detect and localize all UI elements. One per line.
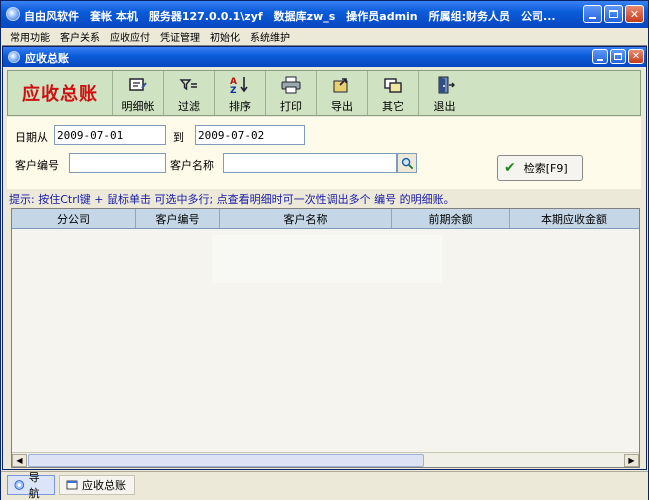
minimize-icon xyxy=(597,58,603,61)
filter-icon xyxy=(178,75,200,95)
menu-receivable-payable[interactable]: 应收应付 xyxy=(105,29,155,44)
table-header: 分公司 客户编号 客户名称 前期余额 本期应收金额 xyxy=(12,209,639,229)
search-f9-button[interactable]: ✔ 检索[F9] xyxy=(497,155,583,181)
menu-bar: 常用功能 客户关系 应收应付 凭证管理 初始化 系统维护 xyxy=(1,28,648,44)
close-icon: ✕ xyxy=(631,50,641,62)
customer-name-input[interactable] xyxy=(223,153,397,173)
column-header-customer-code[interactable]: 客户编号 xyxy=(136,209,220,228)
detail-button[interactable]: 明细帐 xyxy=(113,71,164,115)
mdi-taskbar: 导航 应收总账 xyxy=(1,471,648,500)
customer-code-input[interactable] xyxy=(69,153,166,173)
print-icon xyxy=(280,75,302,95)
inner-minimize-button[interactable] xyxy=(592,49,608,64)
inner-window-title: 应收总账 xyxy=(25,52,69,65)
date-from-input[interactable] xyxy=(54,125,166,145)
hint-text: 提示: 按住Ctrl键 + 鼠标单击 可选中多行; 点查看明细时可一次性调出多个… xyxy=(9,193,455,206)
scrollbar-thumb[interactable] xyxy=(28,454,424,467)
column-header-branch[interactable]: 分公司 xyxy=(12,209,136,228)
svg-text:Z: Z xyxy=(230,86,237,95)
app-icon xyxy=(6,7,20,21)
minimize-button[interactable] xyxy=(583,5,602,23)
toolbar-brand: 应收总账 xyxy=(8,71,113,115)
close-button[interactable]: ✕ xyxy=(625,5,644,23)
scroll-right-icon[interactable]: ▶ xyxy=(624,454,639,467)
main-window-title: 自由风软件 套帐 本机 服务器127.0.0.1\zyf 数据库zw_s 操作员… xyxy=(24,10,556,23)
ledger-table[interactable]: 分公司 客户编号 客户名称 前期余额 本期应收金额 ◀ ▶ xyxy=(11,208,640,468)
filter-button[interactable]: 过滤 xyxy=(164,71,215,115)
column-header-customer-name[interactable]: 客户名称 xyxy=(220,209,392,228)
menu-customer-relations[interactable]: 客户关系 xyxy=(55,29,105,44)
column-header-current-receivable[interactable]: 本期应收金额 xyxy=(510,209,638,228)
search-icon xyxy=(401,157,413,169)
exit-icon xyxy=(434,75,456,95)
export-button[interactable]: 导出 xyxy=(317,71,368,115)
maximize-button[interactable] xyxy=(604,5,623,23)
table-body xyxy=(212,235,442,283)
scroll-left-icon[interactable]: ◀ xyxy=(12,454,27,467)
menu-common-functions[interactable]: 常用功能 xyxy=(5,29,55,44)
exit-button[interactable]: 退出 xyxy=(419,71,470,115)
customer-lookup-button[interactable] xyxy=(397,153,417,173)
horizontal-scrollbar[interactable]: ◀ ▶ xyxy=(12,452,639,467)
close-icon: ✕ xyxy=(629,7,640,21)
filter-panel: 日期从 到 客户编号 客户名称 ✔ 检索[F9] xyxy=(7,117,641,189)
detail-icon xyxy=(127,75,149,95)
minimize-icon xyxy=(589,16,596,19)
customer-name-label: 客户名称 xyxy=(170,159,214,172)
inner-title-bar[interactable]: 应收总账 ✕ xyxy=(3,47,646,67)
print-button[interactable]: 打印 xyxy=(266,71,317,115)
checkmark-icon: ✔ xyxy=(504,160,516,176)
export-icon xyxy=(331,75,353,95)
other-button[interactable]: 其它 xyxy=(368,71,419,115)
receivable-ledger-window: 应收总账 ✕ 应收总账 明细帐 过滤 A Z 排序 打印 导出 其它 退出 日期… xyxy=(2,46,647,470)
sort-button[interactable]: AZ 排序 xyxy=(215,71,266,115)
window-icon xyxy=(8,51,20,63)
search-f9-label: 检索[F9] xyxy=(523,162,568,175)
other-icon xyxy=(382,75,404,95)
inner-maximize-button[interactable] xyxy=(610,49,626,64)
taskbar-navigation[interactable]: 导航 xyxy=(7,471,55,500)
window-icon xyxy=(66,480,78,490)
maximize-icon xyxy=(614,53,622,60)
inner-close-button[interactable]: ✕ xyxy=(628,49,644,64)
menu-system-maintenance[interactable]: 系统维护 xyxy=(245,29,295,44)
maximize-icon xyxy=(609,10,618,18)
main-title-bar[interactable]: 自由风软件 套帐 本机 服务器127.0.0.1\zyf 数据库zw_s 操作员… xyxy=(1,1,648,28)
column-header-prior-balance[interactable]: 前期余额 xyxy=(392,209,510,228)
navigation-icon xyxy=(14,480,25,490)
customer-code-label: 客户编号 xyxy=(15,159,59,172)
menu-initialization[interactable]: 初始化 xyxy=(205,29,245,44)
sort-icon: AZ xyxy=(229,75,251,95)
date-to-label: 到 xyxy=(173,131,184,144)
main-window: 自由风软件 套帐 本机 服务器127.0.0.1\zyf 数据库zw_s 操作员… xyxy=(0,0,649,500)
date-from-label: 日期从 xyxy=(15,131,48,144)
taskbar-receivable-ledger[interactable]: 应收总账 xyxy=(59,475,135,495)
toolbar: 应收总账 明细帐 过滤 AZ 排序 打印 导出 其它 退出 xyxy=(7,70,641,116)
date-to-input[interactable] xyxy=(195,125,305,145)
menu-voucher-management[interactable]: 凭证管理 xyxy=(155,29,205,44)
